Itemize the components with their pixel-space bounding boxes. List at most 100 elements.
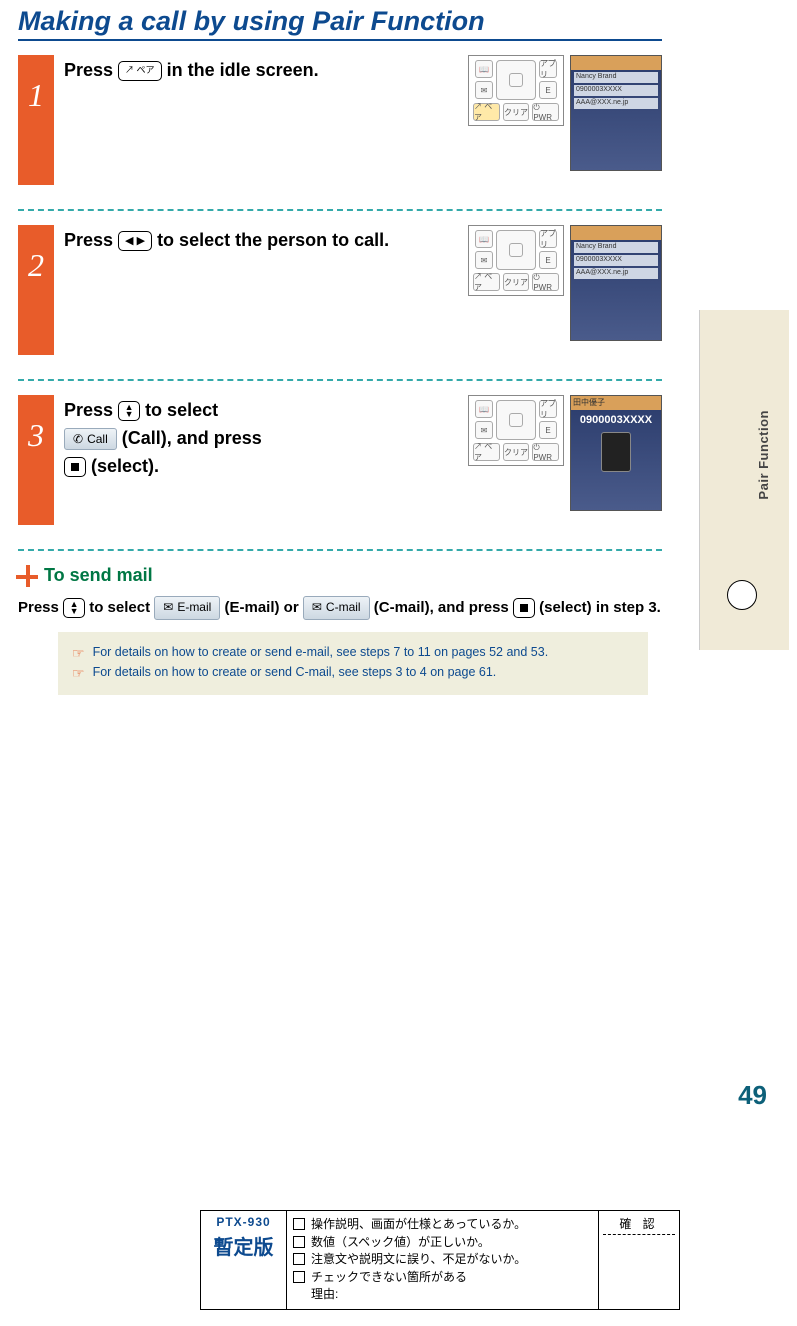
step-text: Press ▲▼ to select ✆ Call (Call), and pr… <box>64 397 458 481</box>
keypad-diagram: 📖 ✉ アプリ E ↗ ペア クリア ⏻ PWR <box>468 225 564 296</box>
provisional-label: 暫定版 <box>205 1231 282 1260</box>
chip-label: Call <box>87 430 108 449</box>
text: to select <box>89 599 154 616</box>
mail-paragraph: Press ▲▼ to select ✉ E-mail (E-mail) or … <box>18 596 662 620</box>
keypad-mail-icon: ✉ <box>475 421 493 439</box>
keypad-pair-key: ↗ ペア <box>473 273 500 291</box>
text: in the idle screen. <box>167 60 319 80</box>
checklist-text: 数値（スペック値）が正しいか。 <box>311 1235 490 1251</box>
text: Press <box>64 230 118 250</box>
note-line: ☞ For details on how to create or send C… <box>72 665 634 682</box>
checkbox-icon[interactable] <box>293 1271 305 1283</box>
step-body: Press ↗ ペア in the idle screen. <box>64 55 458 85</box>
page-content: Making a call by using Pair Function 1 P… <box>0 0 680 695</box>
step-1: 1 Press ↗ ペア in the idle screen. 📖 ✉ アプリ <box>18 55 662 211</box>
step-number: 2 <box>18 225 54 355</box>
keypad-e-icon: E <box>539 81 557 99</box>
screen-number: 0900003XXXX <box>574 85 658 96</box>
confirm-label: 確 認 <box>603 1215 675 1235</box>
text: Press <box>64 60 118 80</box>
keypad-dpad <box>496 230 536 270</box>
step-body: Press ◀ ▶ to select the person to call. <box>64 225 458 255</box>
keypad-app-icon: アプリ <box>539 60 557 78</box>
step-text: Press ↗ ペア in the idle screen. <box>64 57 458 85</box>
step-number: 1 <box>18 55 54 185</box>
note-line: ☞ For details on how to create or send e… <box>72 645 634 662</box>
screen-name: Nancy Brand <box>574 242 658 253</box>
subheading: To send mail <box>18 565 662 586</box>
chip-label: E-mail <box>177 598 211 617</box>
note-box: ☞ For details on how to create or send e… <box>58 632 648 695</box>
screen-name: Nancy Brand <box>574 72 658 83</box>
hand-icon: ☞ <box>72 645 85 662</box>
text: (C-mail), and press <box>374 599 513 616</box>
keypad-e-icon: E <box>539 421 557 439</box>
subheading-text: To send mail <box>44 565 153 586</box>
checklist-text: チェックできない箇所がある <box>311 1270 467 1286</box>
text: (select). <box>91 456 159 476</box>
keypad-diagram: 📖 ✉ アプリ E ↗ ペア クリア ⏻ PWR <box>468 395 564 466</box>
screen-topbar <box>571 56 661 70</box>
plus-icon <box>18 567 36 585</box>
step-illustration: 📖 ✉ アプリ E ↗ ペア クリア ⏻ PWR Nancy <box>468 55 662 171</box>
keypad-mail-icon: ✉ <box>475 251 493 269</box>
text: to select the person to call. <box>157 230 389 250</box>
keypad-clear-key: クリア <box>503 443 530 461</box>
checkbox-icon[interactable] <box>293 1218 305 1230</box>
checklist-left: PTX-930 暫定版 <box>201 1211 287 1309</box>
step-2: 2 Press ◀ ▶ to select the person to call… <box>18 225 662 381</box>
checklist-text: 注意文や説明文に誤り、不足がないか。 <box>311 1252 526 1268</box>
keypad-pair-key: ↗ ペア <box>473 443 500 461</box>
pair-key-icon: ↗ ペア <box>118 61 162 81</box>
mail-icon: ✉ <box>312 598 322 617</box>
checklist-items: 操作説明、画面が仕様とあっているか。 数値（スペック値）が正しいか。 注意文や説… <box>287 1211 599 1309</box>
phone-screen-call: 田中優子 0900003XXXX <box>570 395 662 511</box>
checkbox-icon[interactable] <box>293 1236 305 1248</box>
text: Press <box>18 599 63 616</box>
checklist-row: 注意文や説明文に誤り、不足がないか。 <box>293 1252 592 1268</box>
keypad-pwr-key: ⏻ PWR <box>532 443 559 461</box>
checklist-row: 数値（スペック値）が正しいか。 <box>293 1235 592 1251</box>
checklist-row: 操作説明、画面が仕様とあっているか。 <box>293 1217 592 1233</box>
keypad-e-icon: E <box>539 251 557 269</box>
screen-number: 0900003XXXX <box>574 255 658 266</box>
keypad-clear-key: クリア <box>503 103 530 121</box>
reason-row: 理由: <box>293 1287 592 1303</box>
keypad-pwr-key: ⏻ PWR <box>532 103 559 121</box>
step-body: Press ▲▼ to select ✆ Call (Call), and pr… <box>64 395 458 481</box>
keypad-dpad <box>496 400 536 440</box>
phone-screen: Nancy Brand 0900003XXXX AAA@XXX.ne.jp <box>570 225 662 341</box>
keypad-pwr-key: ⏻ PWR <box>532 273 559 291</box>
phone-screen: Nancy Brand 0900003XXXX AAA@XXX.ne.jp <box>570 55 662 171</box>
hand-icon: ☞ <box>72 665 85 682</box>
updown-key-icon: ▲▼ <box>63 598 85 618</box>
mail-icon: ✉ <box>163 598 173 617</box>
keypad-diagram: 📖 ✉ アプリ E ↗ ペア クリア ⏻ PWR <box>468 55 564 126</box>
side-tab-label: Pair Function <box>756 410 771 500</box>
email-chip: ✉ E-mail <box>154 596 220 619</box>
updown-key-icon: ▲▼ <box>118 401 140 421</box>
keypad-book-icon: 📖 <box>475 230 493 248</box>
model-label: PTX-930 <box>205 1215 282 1229</box>
text: (select) in step 3. <box>539 599 661 616</box>
side-tab: Pair Function <box>699 310 789 650</box>
checklist-row: チェックできない箇所がある <box>293 1270 592 1286</box>
keypad-dpad <box>496 60 536 100</box>
screen-addr: AAA@XXX.ne.jp <box>574 98 658 109</box>
keypad-pair-key: ↗ ペア <box>473 103 500 121</box>
select-key-icon <box>513 598 535 618</box>
checkbox-icon[interactable] <box>293 1253 305 1265</box>
step-illustration: 📖 ✉ アプリ E ↗ ペア クリア ⏻ PWR 田中優子 09 <box>468 395 662 511</box>
text: (Call), and press <box>122 428 262 448</box>
select-key-icon <box>64 457 86 477</box>
screen-addr: AAA@XXX.ne.jp <box>574 268 658 279</box>
step-3: 3 Press ▲▼ to select ✆ Call (Call), and … <box>18 395 662 551</box>
screen-call-number: 0900003XXXX <box>571 414 661 426</box>
checklist-confirm: 確 認 <box>599 1211 679 1309</box>
text: to select <box>145 400 218 420</box>
review-checklist: PTX-930 暫定版 操作説明、画面が仕様とあっているか。 数値（スペック値）… <box>200 1210 680 1310</box>
page-number: 49 <box>738 1080 767 1111</box>
phone-icon: ✆ <box>73 430 83 449</box>
step-illustration: 📖 ✉ アプリ E ↗ ペア クリア ⏻ PWR Nancy <box>468 225 662 341</box>
step-text: Press ◀ ▶ to select the person to call. <box>64 227 458 255</box>
